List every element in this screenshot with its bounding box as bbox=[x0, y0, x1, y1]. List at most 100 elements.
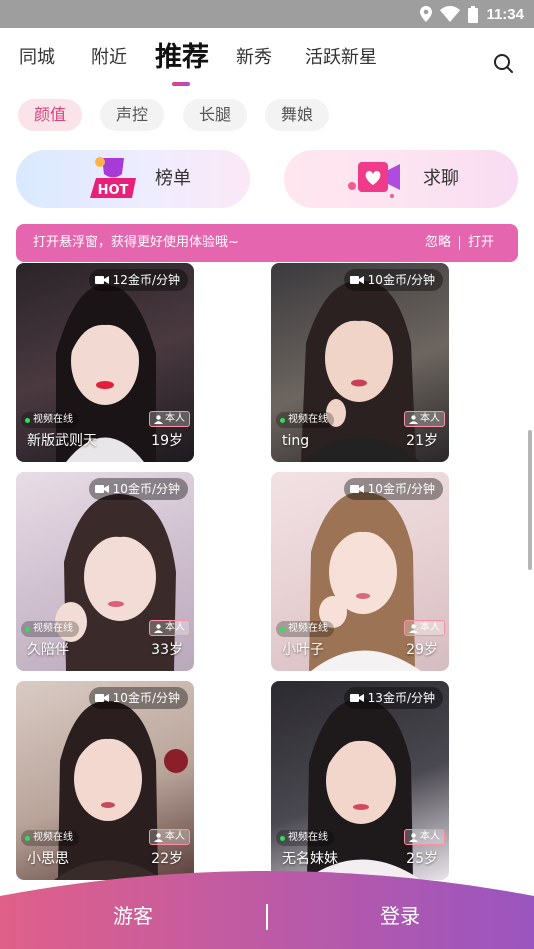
price-text: 10金币/分钟 bbox=[112, 691, 180, 705]
video-camera-icon bbox=[349, 694, 364, 702]
ranking-label: 榜单 bbox=[155, 168, 191, 189]
person-icon bbox=[409, 832, 418, 842]
online-dot-icon bbox=[25, 417, 30, 423]
online-label: 视频在线 bbox=[288, 623, 328, 634]
price-text: 10金币/分钟 bbox=[367, 482, 435, 496]
online-status: 视频在线 bbox=[276, 621, 334, 637]
online-label: 视频在线 bbox=[33, 832, 73, 843]
top-tabs: 同城 附近 推荐 新秀 活跃新星 bbox=[0, 30, 534, 90]
price-text: 13金币/分钟 bbox=[367, 691, 435, 705]
person-icon bbox=[154, 832, 163, 842]
verified-label: 本人 bbox=[420, 413, 440, 424]
streamer-card[interactable]: 10金币/分钟 视频在线 本人 ting 21岁 bbox=[271, 263, 449, 462]
price-text: 10金币/分钟 bbox=[367, 273, 435, 287]
price-text: 12金币/分钟 bbox=[112, 273, 180, 287]
online-status: 视频在线 bbox=[276, 412, 334, 428]
login-button[interactable]: 登录 bbox=[300, 896, 500, 936]
tab-active-stars[interactable]: 活跃新星 bbox=[305, 44, 377, 72]
streamer-name: ting bbox=[282, 433, 310, 449]
chip-long-legs[interactable]: 长腿 bbox=[183, 99, 248, 131]
guest-button[interactable]: 游客 bbox=[33, 896, 233, 936]
verified-badge: 本人 bbox=[404, 829, 445, 845]
online-dot-icon bbox=[280, 417, 285, 423]
online-dot-icon bbox=[25, 626, 30, 632]
online-status: 视频在线 bbox=[276, 830, 334, 846]
streamer-card[interactable]: 12金币/分钟 视频在线 本人 新版武则天 19岁 bbox=[16, 263, 194, 462]
online-status: 视频在线 bbox=[21, 830, 79, 846]
streamer-name: 新版武则天 bbox=[27, 433, 97, 449]
price-pill: 10金币/分钟 bbox=[88, 478, 188, 500]
tab-recommended[interactable]: 推荐 bbox=[155, 39, 209, 77]
status-icons: 11:34 bbox=[420, 0, 524, 28]
streamer-age: 29岁 bbox=[406, 642, 438, 658]
streamer-age: 33岁 bbox=[151, 642, 183, 658]
streamer-card[interactable]: 10金币/分钟 视频在线 本人 久陪伴 33岁 bbox=[16, 472, 194, 671]
streamer-name: 小叶子 bbox=[282, 642, 324, 658]
streamer-age: 19岁 bbox=[151, 433, 183, 449]
price-pill: 12金币/分钟 bbox=[88, 269, 188, 291]
verified-label: 本人 bbox=[165, 413, 185, 424]
notice-divider bbox=[458, 236, 460, 250]
online-dot-icon bbox=[25, 835, 30, 841]
streamer-card[interactable]: 10金币/分钟 视频在线 本人 小叶子 29岁 bbox=[271, 472, 449, 671]
verified-label: 本人 bbox=[420, 622, 440, 633]
tab-newcomers[interactable]: 新秀 bbox=[236, 44, 272, 72]
verified-badge: 本人 bbox=[149, 620, 190, 636]
chat-label: 求聊 bbox=[423, 168, 459, 189]
online-status: 视频在线 bbox=[21, 621, 79, 637]
price-text: 10金币/分钟 bbox=[112, 482, 180, 496]
price-pill: 10金币/分钟 bbox=[88, 687, 188, 709]
streamer-age: 21岁 bbox=[406, 433, 438, 449]
online-label: 视频在线 bbox=[33, 623, 73, 634]
verified-badge: 本人 bbox=[149, 829, 190, 845]
bottom-action-bar: 游客 登录 bbox=[0, 866, 534, 949]
verified-label: 本人 bbox=[165, 831, 185, 842]
battery-icon bbox=[468, 5, 479, 23]
notice-actions: 忽略 打开 bbox=[425, 224, 494, 262]
video-camera-icon bbox=[349, 276, 364, 284]
video-camera-icon bbox=[94, 276, 109, 284]
verified-badge: 本人 bbox=[404, 411, 445, 427]
video-camera-icon bbox=[94, 485, 109, 493]
video-camera-icon bbox=[349, 485, 364, 493]
chip-voice[interactable]: 声控 bbox=[100, 99, 165, 131]
notice-ignore-button[interactable]: 忽略 bbox=[425, 224, 451, 262]
active-tab-indicator bbox=[172, 82, 190, 86]
streamer-card[interactable]: 10金币/分钟 视频在线 本人 小思思 22岁 bbox=[16, 681, 194, 880]
tab-nearby[interactable]: 附近 bbox=[91, 44, 127, 72]
online-label: 视频在线 bbox=[288, 414, 328, 425]
streamer-name: 久陪伴 bbox=[27, 642, 69, 658]
svg-text:HOT: HOT bbox=[98, 183, 129, 198]
online-label: 视频在线 bbox=[288, 832, 328, 843]
online-status: 视频在线 bbox=[21, 412, 79, 428]
price-pill: 13金币/分钟 bbox=[343, 687, 443, 709]
chat-banner[interactable]: 求聊 bbox=[284, 150, 518, 208]
notice-open-button[interactable]: 打开 bbox=[468, 224, 494, 262]
online-label: 视频在线 bbox=[33, 414, 73, 425]
streamer-card[interactable]: 13金币/分钟 视频在线 本人 无名妹妹 25岁 bbox=[271, 681, 449, 880]
person-icon bbox=[409, 414, 418, 424]
online-dot-icon bbox=[280, 626, 285, 632]
notice-text: 打开悬浮窗，获得更好使用体验哦~ bbox=[33, 235, 239, 250]
wifi-icon bbox=[440, 6, 461, 22]
verified-label: 本人 bbox=[420, 831, 440, 842]
bottom-divider bbox=[266, 904, 268, 930]
hot-trophy-icon: HOT bbox=[90, 157, 136, 198]
price-pill: 10金币/分钟 bbox=[343, 269, 443, 291]
person-icon bbox=[154, 414, 163, 424]
chip-dancer[interactable]: 舞娘 bbox=[265, 99, 330, 131]
video-camera-icon bbox=[94, 694, 109, 702]
ranking-banner[interactable]: HOT 榜单 bbox=[16, 150, 250, 208]
floating-window-notice: 打开悬浮窗，获得更好使用体验哦~ 忽略 打开 bbox=[16, 224, 518, 262]
chip-looks[interactable]: 颜值 bbox=[18, 99, 83, 131]
online-dot-icon bbox=[280, 835, 285, 841]
verified-badge: 本人 bbox=[149, 411, 190, 427]
status-time: 11:34 bbox=[486, 5, 524, 23]
video-camera-heart-icon bbox=[348, 162, 400, 198]
location-icon bbox=[420, 6, 433, 22]
scrollbar[interactable] bbox=[528, 430, 532, 570]
verified-badge: 本人 bbox=[404, 620, 445, 636]
tab-same-city[interactable]: 同城 bbox=[19, 44, 55, 72]
search-icon[interactable] bbox=[492, 52, 514, 74]
person-icon bbox=[409, 623, 418, 633]
